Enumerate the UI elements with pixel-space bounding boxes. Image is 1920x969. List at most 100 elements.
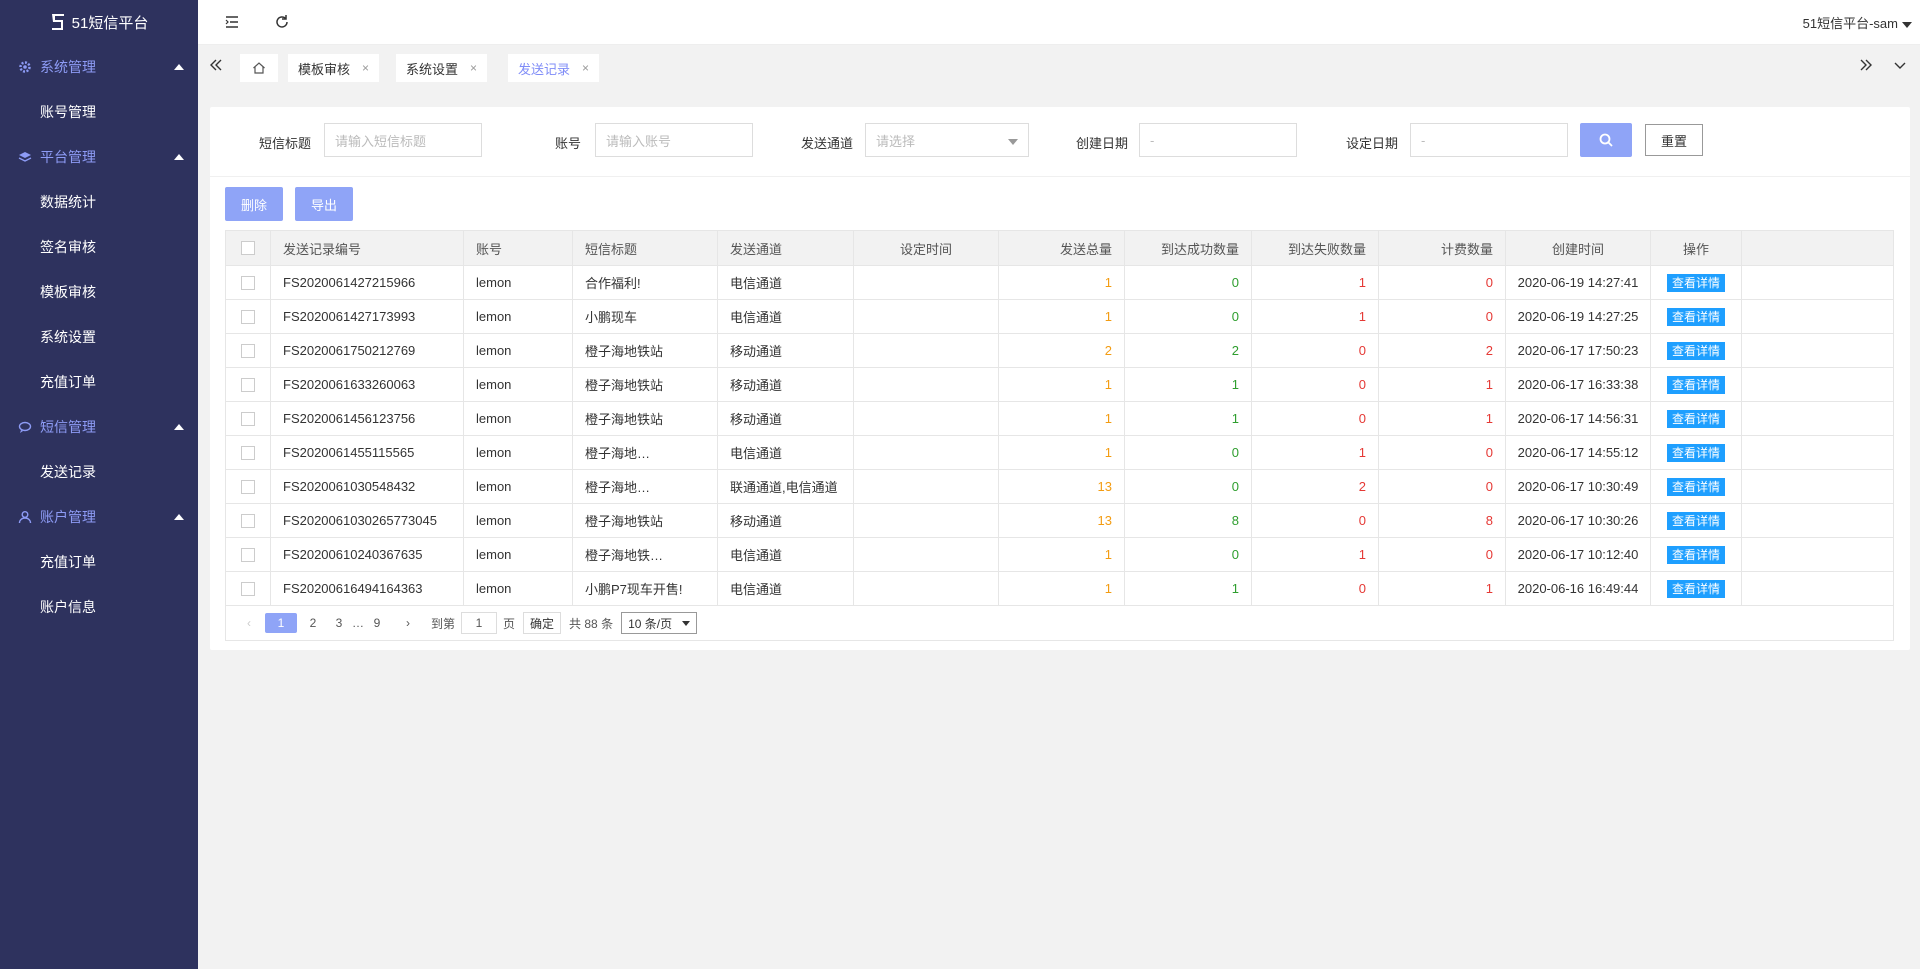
select-all-checkbox[interactable] [241, 241, 255, 255]
view-details-button[interactable]: 查看详情 [1666, 341, 1725, 360]
view-details-button[interactable]: 查看详情 [1666, 443, 1725, 462]
page-button[interactable]: 1 [265, 613, 297, 633]
row-spacer [1742, 572, 1893, 605]
success-count-cell: 0 [1125, 300, 1252, 333]
row-checkbox[interactable] [241, 377, 255, 392]
sidebar-item-recharge-orders[interactable]: 充值订单 [0, 359, 198, 404]
view-details-button[interactable]: 查看详情 [1666, 545, 1725, 564]
sms-title: 橙子海地… [573, 470, 718, 503]
sidebar-item-send-records[interactable]: 发送记录 [0, 449, 198, 494]
channel-select-value: 请选择 [876, 133, 916, 149]
sidebar-item-stats[interactable]: 数据统计 [0, 179, 198, 224]
goto-confirm-button[interactable]: 确定 [523, 612, 562, 634]
channel-select[interactable]: 请选择 [865, 123, 1029, 157]
chevron-down-icon[interactable] [1892, 57, 1908, 73]
success-count-cell: 0 [1125, 470, 1252, 503]
menu-head-account[interactable]: 账户管理 [0, 494, 198, 539]
view-details-button[interactable]: 查看详情 [1666, 409, 1725, 428]
send-channel: 移动通道 [718, 334, 854, 367]
view-details-button[interactable]: 查看详情 [1666, 273, 1725, 292]
row-spacer [1742, 436, 1893, 469]
row-checkbox[interactable] [241, 309, 255, 324]
delete-button[interactable]: 删除 [225, 187, 283, 221]
billing-count-cell: 1 [1379, 572, 1506, 605]
goto-page-input[interactable]: 1 [461, 612, 498, 634]
tab-system-settings[interactable]: 系统设置 × [396, 54, 488, 82]
billing-count-cell: 0 [1379, 266, 1506, 299]
next-page-button[interactable]: › [398, 616, 418, 630]
page-button[interactable]: 3 [329, 616, 349, 630]
close-icon[interactable]: × [362, 61, 369, 75]
view-details-button[interactable]: 查看详情 [1666, 307, 1725, 326]
fail-count-cell: 1 [1252, 538, 1379, 571]
reset-button[interactable]: 重置 [1645, 124, 1703, 156]
account-search-input[interactable]: 请输入账号 [595, 123, 753, 157]
divider [210, 176, 1910, 177]
tab-home[interactable] [240, 54, 278, 82]
view-details-button[interactable]: 查看详情 [1666, 375, 1725, 394]
sidebar-item-template-review[interactable]: 模板审核 [0, 269, 198, 314]
close-icon[interactable]: × [470, 61, 477, 75]
page-button[interactable]: 2 [303, 616, 323, 630]
menu-head-system[interactable]: 系统管理 [0, 44, 198, 89]
row-checkbox[interactable] [241, 275, 255, 290]
account: lemon [464, 266, 573, 299]
row-checkbox[interactable] [241, 547, 255, 562]
sidebar-item-system-settings[interactable]: 系统设置 [0, 314, 198, 359]
column-header: 发送记录编号 [271, 231, 464, 265]
close-icon[interactable]: × [582, 61, 589, 75]
send-channel: 移动通道 [718, 504, 854, 537]
tabs-scroll-left-icon[interactable] [208, 57, 224, 73]
record-id: FS2020061633260063 [271, 368, 464, 401]
sidebar-item-account-mgmt[interactable]: 账号管理 [0, 89, 198, 134]
app-logo[interactable]: 51短信平台 [0, 0, 198, 44]
row-checkbox[interactable] [241, 479, 255, 494]
prev-page-button[interactable]: ‹ [239, 616, 259, 630]
view-details-button[interactable]: 查看详情 [1666, 511, 1725, 530]
action-cell: 查看详情 [1651, 402, 1742, 435]
total-count-cell: 1 [999, 300, 1125, 333]
set-date-input[interactable]: - [1410, 123, 1568, 157]
page-button[interactable]: 9 [367, 616, 387, 630]
created-time: 2020-06-19 14:27:41 [1506, 266, 1651, 299]
fail-count-cell: 0 [1252, 504, 1379, 537]
menu-head-sms[interactable]: 短信管理 [0, 404, 198, 449]
tabs-scroll-right-icon[interactable] [1858, 57, 1874, 73]
billing-count-cell: 1 [1379, 402, 1506, 435]
row-checkbox[interactable] [241, 581, 255, 596]
account: lemon [464, 300, 573, 333]
row-spacer [1742, 470, 1893, 503]
export-button[interactable]: 导出 [295, 187, 353, 221]
row-checkbox-cell [226, 334, 271, 367]
row-checkbox-cell [226, 368, 271, 401]
refresh-icon[interactable] [274, 14, 290, 30]
table-row: FS2020061455115565 lemon 橙子海地… 电信通道 1 0 1 0 2020… [226, 435, 1893, 469]
fail-count-cell: 0 [1252, 334, 1379, 367]
created-date-input[interactable]: - [1139, 123, 1297, 157]
pagination: ‹ 1 2 3 … 9 › 到第 1 页 确定 共 88 条 10 条/页 [226, 605, 1893, 640]
tab-send-records[interactable]: 发送记录 × [508, 54, 600, 82]
row-spacer [1742, 266, 1893, 299]
table-row: FS2020061750212769 lemon 橙子海地铁站 移动通道 2 2 0 2 202… [226, 333, 1893, 367]
sidebar-item-account-recharge[interactable]: 充值订单 [0, 539, 198, 584]
row-checkbox[interactable] [241, 445, 255, 460]
title-search-input[interactable]: 请输入短信标题 [324, 123, 482, 157]
sidebar-item-account-info[interactable]: 账户信息 [0, 584, 198, 629]
row-checkbox[interactable] [241, 513, 255, 528]
tab-template-review[interactable]: 模板审核 × [288, 54, 380, 82]
user-menu[interactable]: 51短信平台-sam [1803, 13, 1912, 32]
sidebar-item-signature-review[interactable]: 签名审核 [0, 224, 198, 269]
row-checkbox[interactable] [241, 411, 255, 426]
action-cell: 查看详情 [1651, 504, 1742, 537]
menu-head-platform[interactable]: 平台管理 [0, 134, 198, 179]
page-size-select[interactable]: 10 条/页 [621, 612, 698, 634]
gear-icon [18, 60, 32, 74]
record-id: FS2020061030548432 [271, 470, 464, 503]
view-details-button[interactable]: 查看详情 [1666, 477, 1725, 496]
column-header: 发送总量 [999, 231, 1125, 265]
view-details-button[interactable]: 查看详情 [1666, 579, 1725, 598]
search-button[interactable] [1580, 123, 1632, 157]
row-checkbox[interactable] [241, 343, 255, 358]
menu-toggle-icon[interactable] [224, 14, 240, 30]
menu-group-platform: 平台管理 数据统计 签名审核 模板审核 系统设置 充值订单 [0, 134, 198, 404]
